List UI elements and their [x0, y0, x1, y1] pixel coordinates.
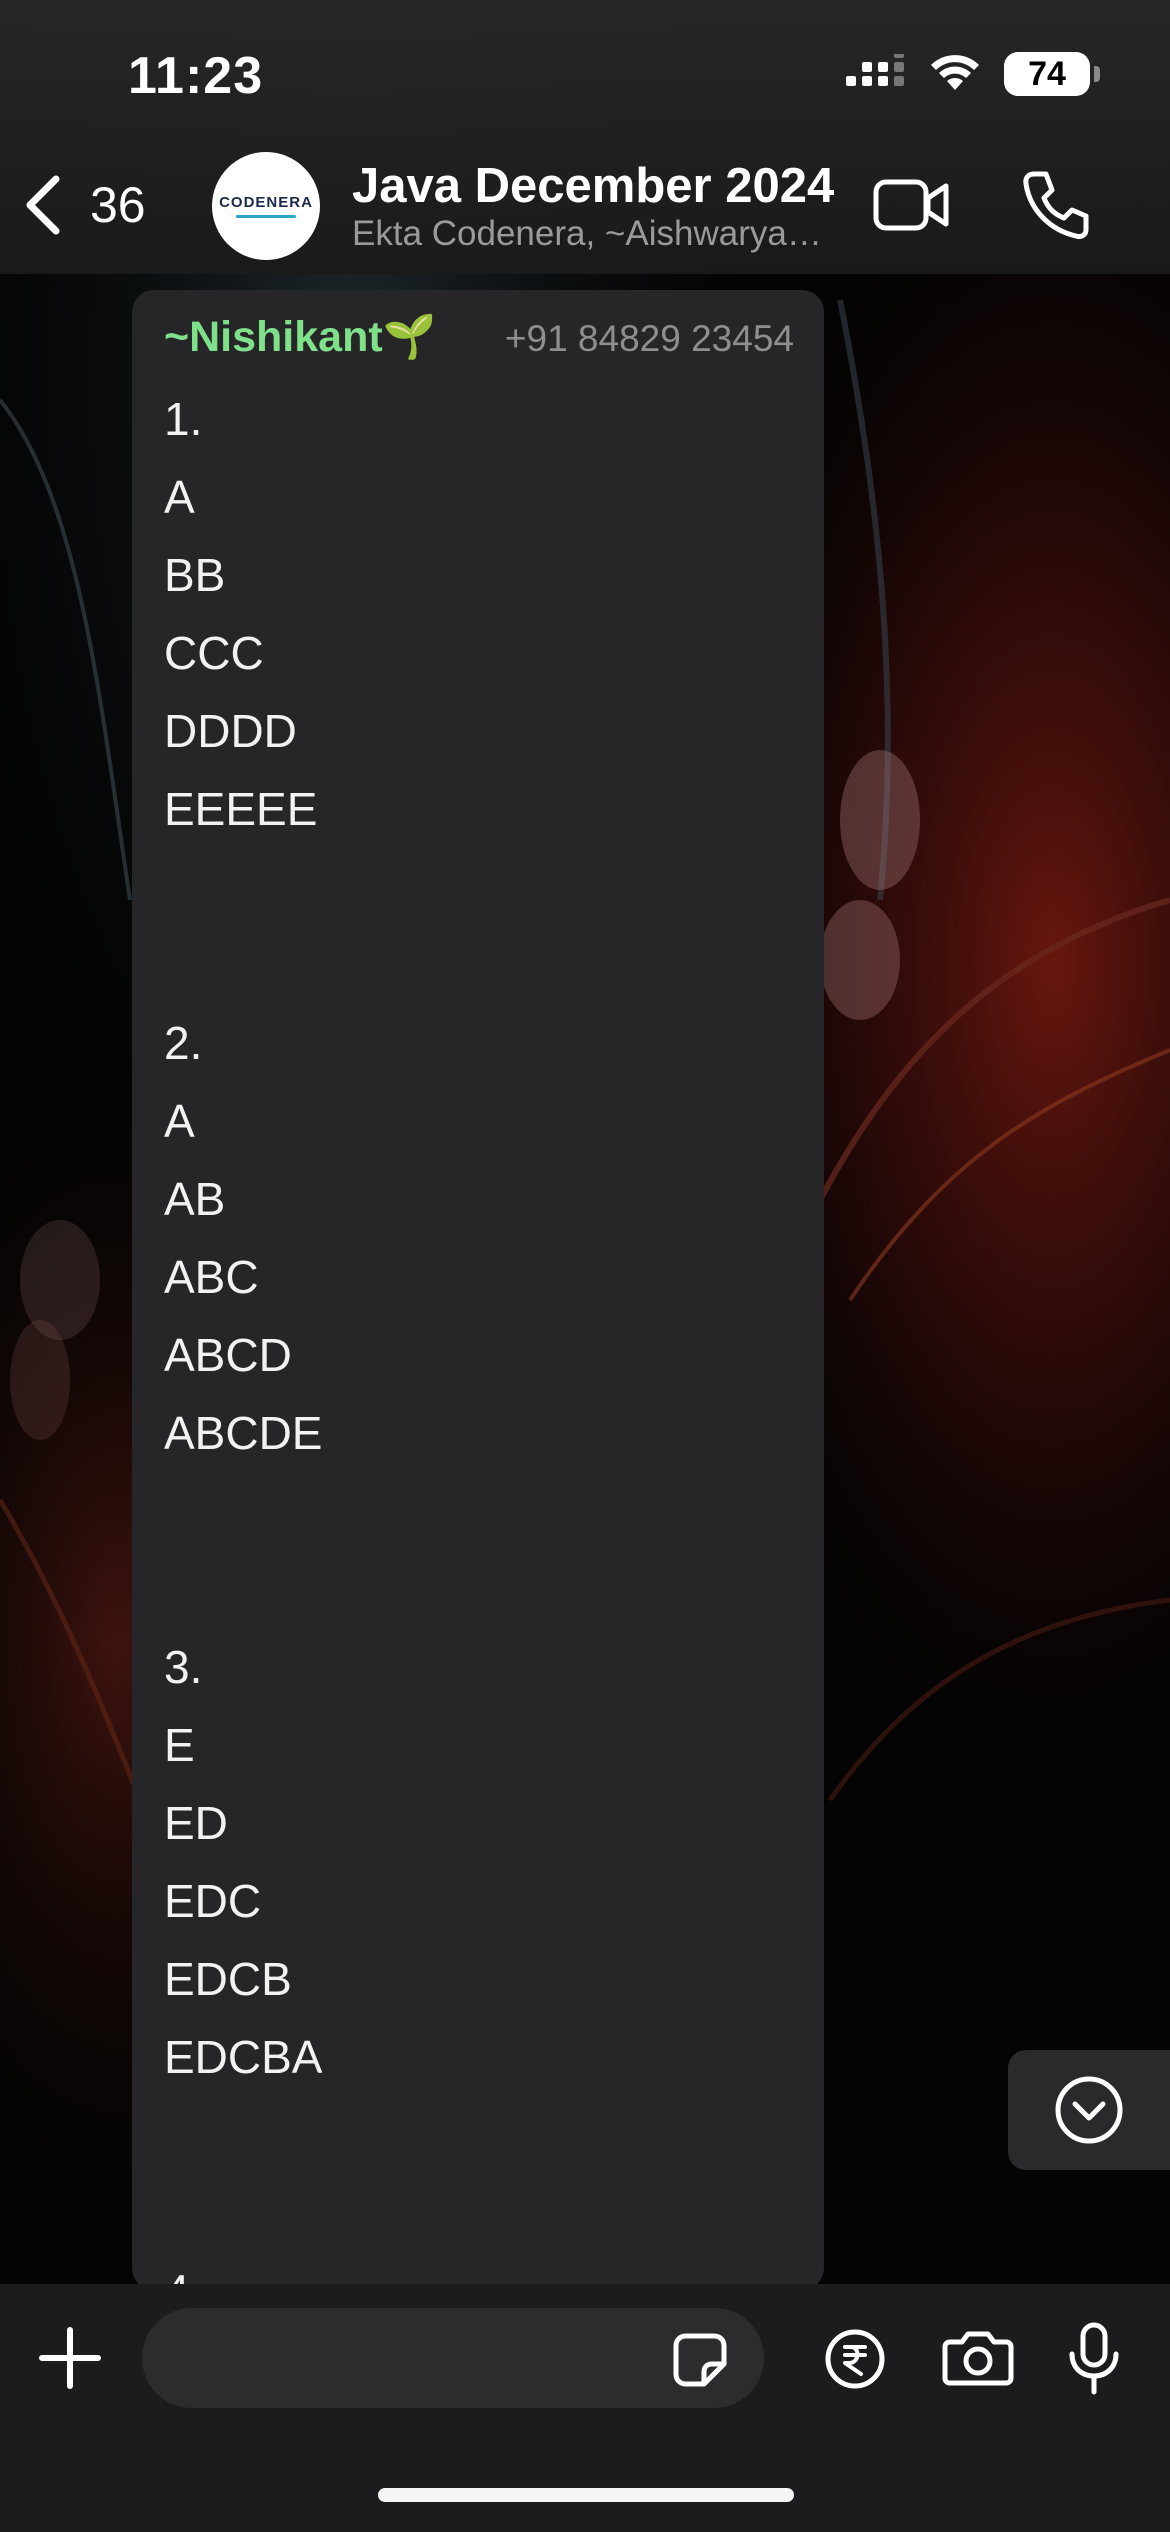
plus-icon — [39, 2327, 101, 2389]
battery-level: 74 — [1028, 54, 1066, 93]
camera-icon — [942, 2331, 1014, 2386]
attach-button[interactable] — [36, 2324, 104, 2392]
chevron-left-icon — [26, 175, 60, 235]
message-line: BB — [164, 549, 226, 601]
scroll-to-bottom-button[interactable] — [1008, 2050, 1170, 2170]
message-line: 3. — [164, 1641, 203, 1693]
message-line — [164, 1550, 322, 1628]
chat-header: 11:23 74 36 CODENERA Java December 2024 … — [0, 0, 1170, 274]
message-line: DDDD — [164, 705, 297, 757]
message-line: A — [164, 1095, 195, 1147]
message-line: EEEEE — [164, 783, 318, 835]
message-line — [164, 1472, 322, 1550]
microphone-icon — [1069, 2322, 1119, 2395]
message-line — [164, 926, 322, 1004]
phone-icon — [1023, 171, 1089, 239]
status-icons: 74 — [846, 52, 1100, 96]
cellular-signal-icon — [846, 54, 904, 86]
message-line: ABC — [164, 1251, 259, 1303]
message-input[interactable] — [142, 2308, 764, 2408]
message-line: E — [164, 1719, 195, 1771]
voice-call-button[interactable] — [1020, 168, 1090, 242]
group-avatar[interactable]: CODENERA — [212, 152, 320, 260]
unread-count: 36 — [90, 177, 146, 233]
video-call-button[interactable] — [872, 170, 952, 240]
message-text: 1. A BB CCC DDDD EEEEE 2. A AB ABC ABCD … — [164, 380, 322, 2330]
message-line — [164, 848, 322, 926]
group-members[interactable]: Ekta Codenera, ~Aishwarya… — [352, 214, 852, 254]
message-line: EDCBA — [164, 2031, 323, 2083]
status-bar: 11:23 74 — [0, 0, 1170, 150]
sender-name[interactable]: ~Nishikant🌱 — [164, 312, 436, 362]
rupee-payment-icon — [825, 2329, 885, 2389]
avatar-logo-text: CODENERA — [219, 194, 313, 211]
battery-indicator: 74 — [1004, 52, 1100, 96]
chevron-down-circle-icon — [1055, 2076, 1123, 2144]
camera-button[interactable] — [942, 2328, 1014, 2388]
message-line: ABCD — [164, 1329, 292, 1381]
message-line: EDC — [164, 1875, 262, 1927]
payment-button[interactable] — [824, 2328, 886, 2390]
message-line: ABCDE — [164, 1407, 323, 1459]
message-line: A — [164, 471, 195, 523]
chat-screen: 11:23 74 36 CODENERA Java December 2024 … — [0, 0, 1170, 2532]
wifi-icon — [931, 55, 979, 90]
sticker-icon — [673, 2333, 727, 2387]
message-line — [164, 2174, 322, 2252]
message-line — [164, 2096, 322, 2174]
message-line: AB — [164, 1173, 226, 1225]
message-line: EDCB — [164, 1953, 292, 2005]
message-bubble[interactable]: ~Nishikant🌱 +91 84829 23454 1. A BB CCC … — [132, 290, 824, 2317]
group-title[interactable]: Java December 2024 — [352, 158, 834, 214]
status-time: 11:23 — [128, 47, 264, 105]
voice-message-button[interactable] — [1066, 2322, 1122, 2396]
sender-row: ~Nishikant🌱 +91 84829 23454 — [164, 312, 824, 362]
home-indicator[interactable] — [378, 2488, 794, 2502]
message-line: CCC — [164, 627, 264, 679]
video-camera-icon — [873, 179, 949, 231]
message-line: 2. — [164, 1017, 203, 1069]
message-line: 1. — [164, 393, 203, 445]
back-button[interactable]: 36 — [20, 160, 146, 250]
message-line: ED — [164, 1797, 228, 1849]
sender-phone: +91 84829 23454 — [504, 318, 794, 359]
sticker-button[interactable] — [672, 2332, 728, 2388]
